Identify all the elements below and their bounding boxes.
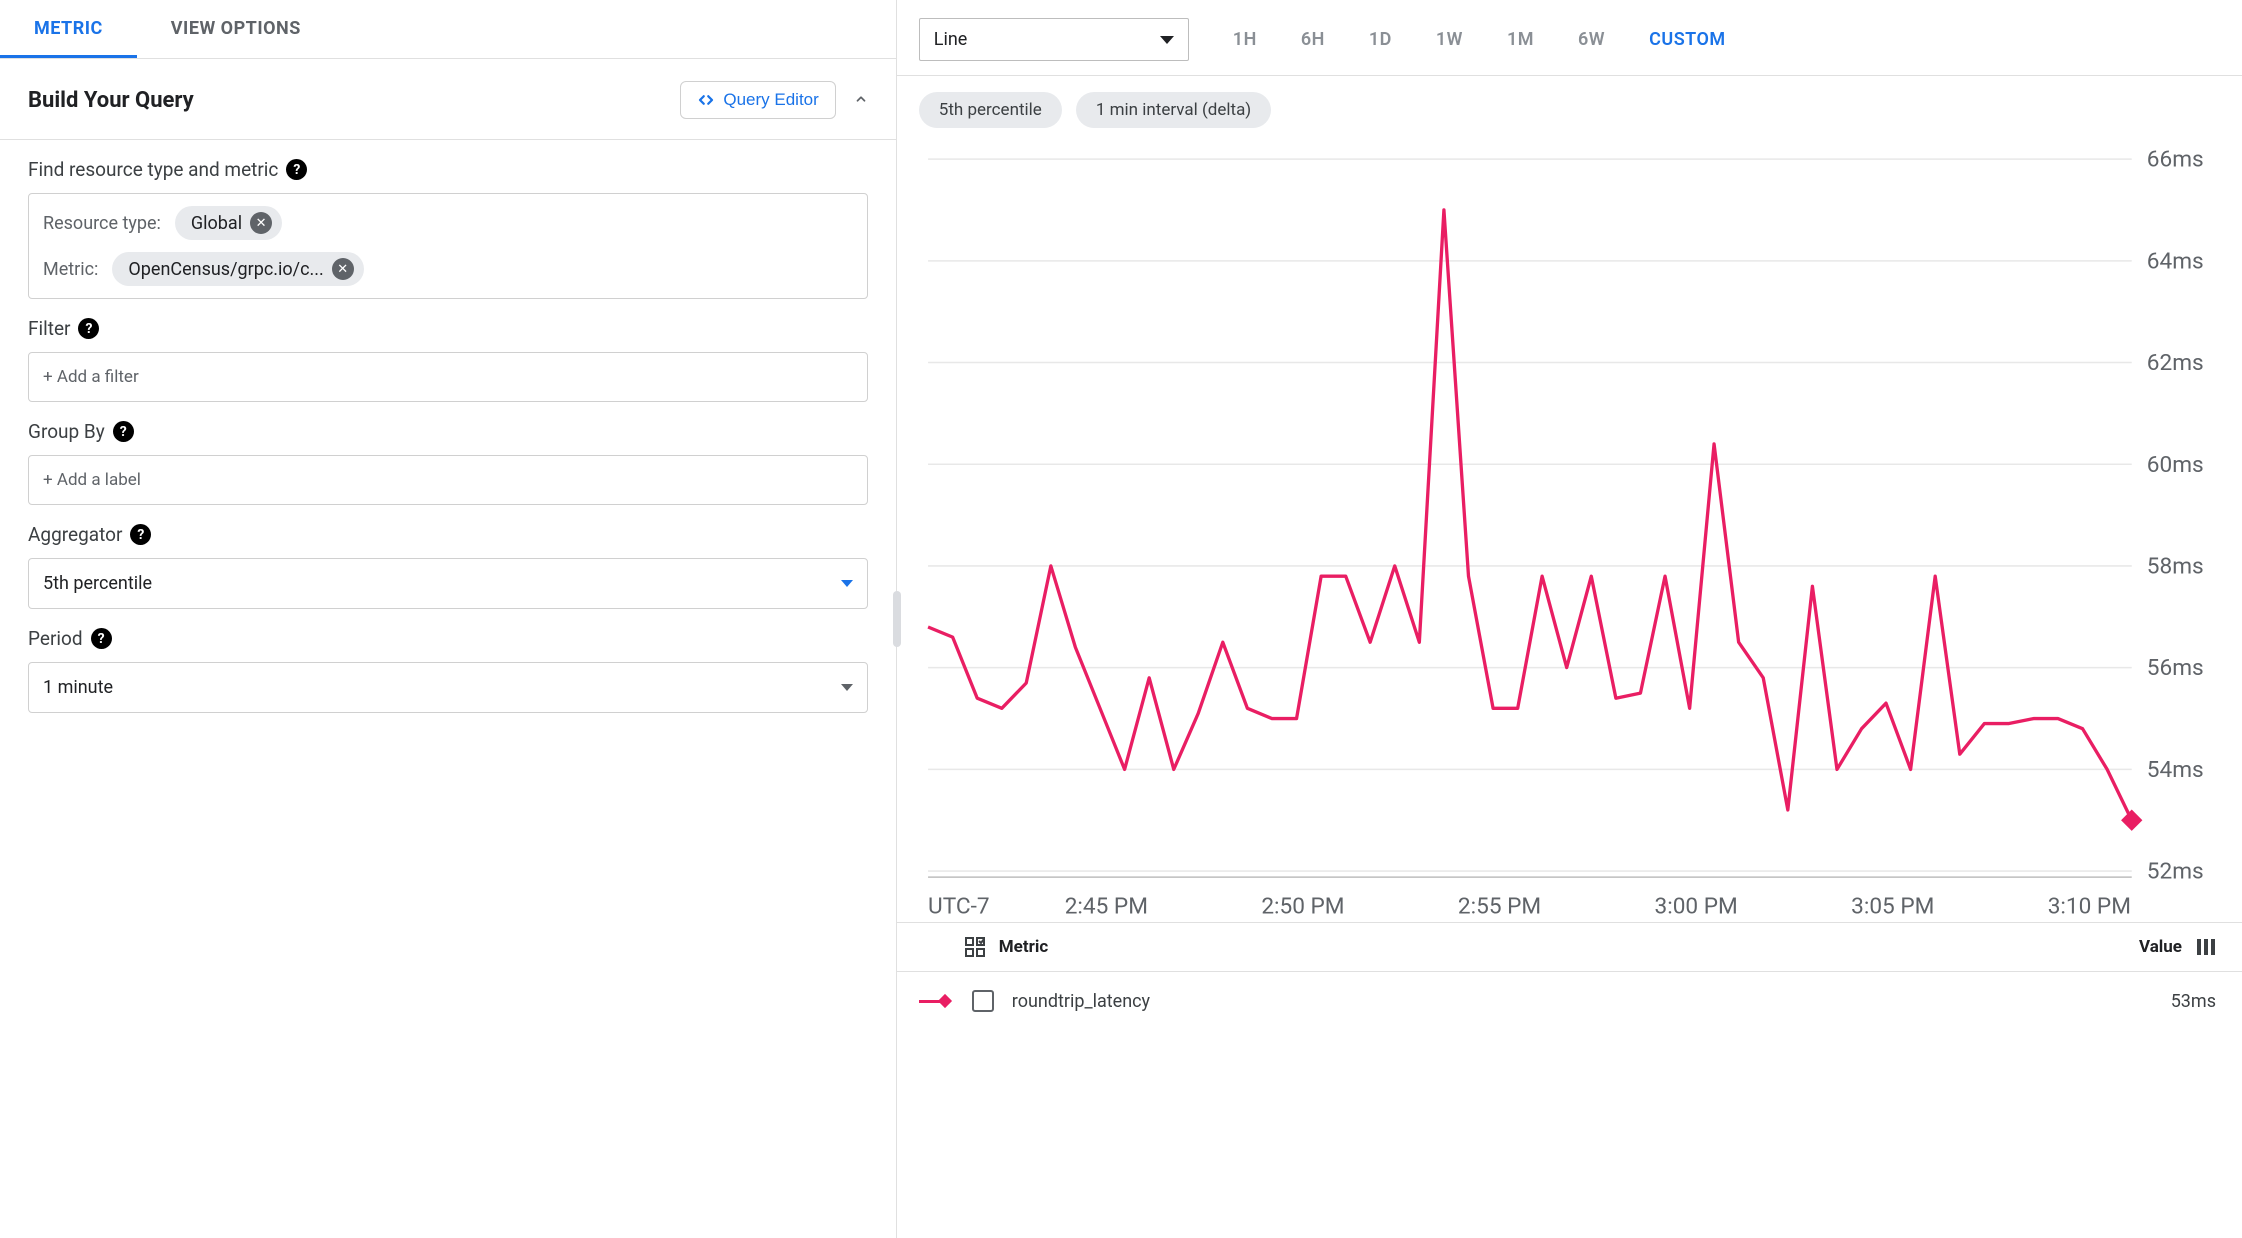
svg-text:62ms: 62ms bbox=[2147, 349, 2204, 376]
aggregator-select[interactable]: 5th percentile bbox=[28, 558, 868, 609]
filter-input[interactable]: + Add a filter bbox=[28, 352, 868, 402]
remove-resource-type-icon[interactable]: ✕ bbox=[250, 212, 272, 234]
chart-area[interactable]: 52ms 54ms 56ms 58ms 60ms 62ms 64ms 66ms UTC-7 2:4… bbox=[897, 134, 2242, 922]
svg-text:3:10 PM: 3:10 PM bbox=[2048, 892, 2131, 919]
group-by-input[interactable]: + Add a label bbox=[28, 455, 868, 505]
caret-down-icon bbox=[1160, 36, 1174, 44]
svg-text:58ms: 58ms bbox=[2147, 552, 2204, 579]
help-icon[interactable]: ? bbox=[130, 524, 151, 545]
form-body: Find resource type and metric ? Resource… bbox=[0, 140, 896, 1238]
resource-type-chip-text: Global bbox=[191, 213, 242, 234]
svg-text:3:05 PM: 3:05 PM bbox=[1851, 892, 1934, 919]
aggregator-label-text: Aggregator bbox=[28, 523, 122, 546]
legend-row[interactable]: roundtrip_latency 53ms bbox=[897, 972, 2242, 1030]
help-icon[interactable]: ? bbox=[113, 421, 134, 442]
help-icon[interactable]: ? bbox=[78, 318, 99, 339]
time-range-1m[interactable]: 1M bbox=[1485, 19, 1556, 60]
group-by-label: Group By ? bbox=[28, 420, 868, 443]
legend-metric-header: Metric bbox=[999, 937, 1048, 957]
chart-pill: 1 min interval (delta) bbox=[1076, 92, 1271, 128]
group-by-label-text: Group By bbox=[28, 420, 105, 443]
query-editor-label: Query Editor bbox=[723, 90, 818, 110]
remove-metric-icon[interactable]: ✕ bbox=[332, 258, 354, 280]
caret-down-icon bbox=[841, 580, 853, 587]
legend-view-grid-icon[interactable] bbox=[965, 937, 985, 957]
aggregator-label: Aggregator ? bbox=[28, 523, 868, 546]
series-swatch-icon bbox=[919, 996, 950, 1006]
svg-text:2:45 PM: 2:45 PM bbox=[1065, 892, 1148, 919]
time-range-1d[interactable]: 1D bbox=[1347, 19, 1414, 60]
svg-text:54ms: 54ms bbox=[2147, 756, 2204, 783]
chart-type-value: Line bbox=[934, 29, 968, 50]
tab-view-options[interactable]: VIEW OPTIONS bbox=[137, 0, 335, 58]
find-metric-text: Find resource type and metric bbox=[28, 158, 278, 181]
filter-label: Filter ? bbox=[28, 317, 868, 340]
svg-text:64ms: 64ms bbox=[2147, 247, 2204, 274]
time-range-6h[interactable]: 6H bbox=[1279, 19, 1347, 60]
metric-label: Metric: bbox=[43, 259, 98, 280]
time-range-custom[interactable]: CUSTOM bbox=[1627, 19, 1748, 60]
chart-panel: Line 1H6H1D1W1M6WCUSTOM 5th percentile 1 … bbox=[897, 0, 2242, 1238]
svg-text:60ms: 60ms bbox=[2147, 451, 2204, 478]
chart-pill: 5th percentile bbox=[919, 92, 1062, 128]
time-range-picker: 1H6H1D1W1M6WCUSTOM bbox=[1211, 19, 2216, 60]
period-value: 1 minute bbox=[43, 677, 113, 698]
svg-text:52ms: 52ms bbox=[2147, 858, 2204, 885]
legend-columns-icon[interactable] bbox=[2196, 937, 2216, 957]
metric-chip-text: OpenCensus/grpc.io/c... bbox=[128, 259, 323, 280]
section-collapse-toggle[interactable] bbox=[854, 91, 868, 110]
query-builder-panel: METRIC VIEW OPTIONS Build Your Query Que… bbox=[0, 0, 897, 1238]
svg-text:3:00 PM: 3:00 PM bbox=[1654, 892, 1737, 919]
left-tabs: METRIC VIEW OPTIONS bbox=[0, 0, 896, 59]
resource-type-row: Resource type: Global ✕ bbox=[43, 206, 853, 240]
app-root: METRIC VIEW OPTIONS Build Your Query Que… bbox=[0, 0, 2242, 1238]
time-range-6w[interactable]: 6W bbox=[1556, 19, 1627, 60]
aggregator-value: 5th percentile bbox=[43, 573, 152, 594]
period-label-text: Period bbox=[28, 627, 83, 650]
time-range-1w[interactable]: 1W bbox=[1414, 19, 1485, 60]
legend-value-header: Value bbox=[2139, 937, 2182, 957]
period-label: Period ? bbox=[28, 627, 868, 650]
chart-summary-pills: 5th percentile 1 min interval (delta) bbox=[897, 76, 2242, 134]
query-editor-button[interactable]: Query Editor bbox=[680, 81, 835, 119]
series-value: 53ms bbox=[2171, 991, 2216, 1012]
legend-area: Metric Value roundtrip_latency 53ms bbox=[897, 922, 2242, 1030]
metric-row: Metric: OpenCensus/grpc.io/c... ✕ bbox=[43, 252, 853, 286]
svg-text:56ms: 56ms bbox=[2147, 654, 2204, 681]
help-icon[interactable]: ? bbox=[286, 159, 307, 180]
svg-text:66ms: 66ms bbox=[2147, 146, 2204, 173]
resource-metric-box[interactable]: Resource type: Global ✕ Metric: OpenCens… bbox=[28, 193, 868, 299]
legend-header: Metric Value bbox=[897, 923, 2242, 972]
tab-metric[interactable]: METRIC bbox=[0, 0, 137, 58]
time-range-1h[interactable]: 1H bbox=[1211, 19, 1279, 60]
chevron-up-icon bbox=[854, 92, 868, 106]
code-icon bbox=[697, 91, 715, 109]
section-header: Build Your Query Query Editor bbox=[0, 59, 896, 140]
svg-text:2:55 PM: 2:55 PM bbox=[1458, 892, 1541, 919]
caret-down-icon bbox=[841, 684, 853, 691]
resource-type-label: Resource type: bbox=[43, 213, 161, 234]
filter-label-text: Filter bbox=[28, 317, 70, 340]
line-chart: 52ms 54ms 56ms 58ms 60ms 62ms 64ms 66ms UTC-7 2:4… bbox=[919, 138, 2216, 922]
svg-text:2:50 PM: 2:50 PM bbox=[1261, 892, 1344, 919]
series-visibility-checkbox[interactable] bbox=[972, 990, 994, 1012]
resource-type-chip[interactable]: Global ✕ bbox=[175, 206, 282, 240]
find-metric-label: Find resource type and metric ? bbox=[28, 158, 868, 181]
chart-type-select[interactable]: Line bbox=[919, 18, 1189, 61]
chart-top-controls: Line 1H6H1D1W1M6WCUSTOM bbox=[897, 0, 2242, 76]
series-name: roundtrip_latency bbox=[1012, 991, 1150, 1012]
period-select[interactable]: 1 minute bbox=[28, 662, 868, 713]
metric-chip[interactable]: OpenCensus/grpc.io/c... ✕ bbox=[112, 252, 363, 286]
help-icon[interactable]: ? bbox=[91, 628, 112, 649]
svg-text:UTC-7: UTC-7 bbox=[928, 892, 990, 919]
section-title: Build Your Query bbox=[28, 88, 194, 113]
